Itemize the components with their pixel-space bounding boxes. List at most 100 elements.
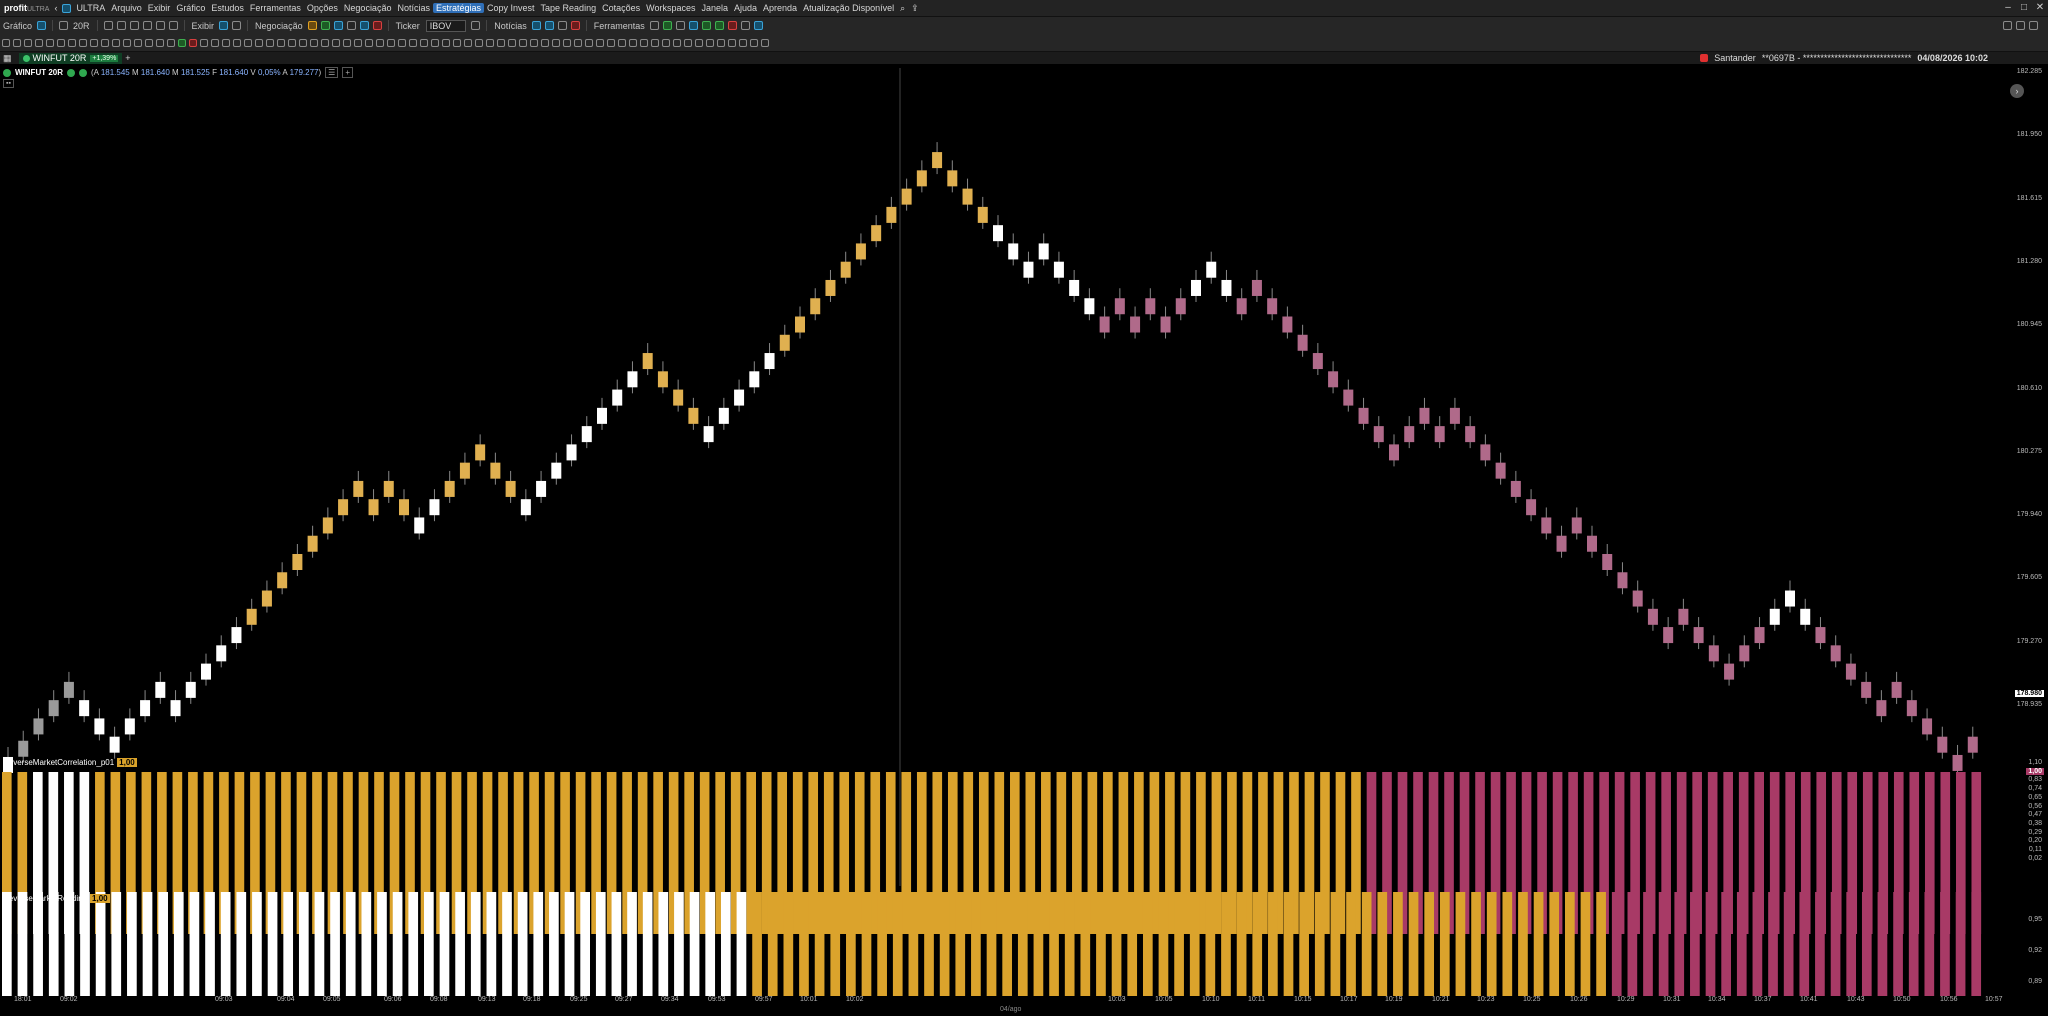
- pitchfork-tool-icon[interactable]: [232, 38, 241, 47]
- line-tool-icon[interactable]: [639, 38, 648, 47]
- cursor-tool-icon[interactable]: [298, 38, 307, 47]
- circle-tool-icon[interactable]: [738, 38, 747, 47]
- arrow-down-tool-icon[interactable]: [419, 38, 428, 47]
- circle-tool-icon[interactable]: [144, 38, 153, 47]
- zoom-tool-icon[interactable]: [573, 38, 582, 47]
- brush-tool-icon[interactable]: [452, 38, 461, 47]
- exibir-label[interactable]: Exibir: [189, 21, 218, 31]
- ruler-tool-icon[interactable]: [100, 38, 109, 47]
- pie-icon[interactable]: [359, 21, 369, 30]
- book-icon[interactable]: [333, 21, 343, 30]
- line-tool-icon[interactable]: [342, 38, 351, 47]
- hline-tool-icon[interactable]: [56, 38, 65, 47]
- tab-winfut[interactable]: WINFUT 20R +1,39%: [18, 52, 123, 64]
- bars-tool-icon[interactable]: [265, 38, 274, 47]
- news-icon[interactable]: [531, 21, 541, 30]
- menu-item[interactable]: Atualização Disponível: [800, 3, 897, 13]
- line-tool-icon[interactable]: [45, 38, 54, 47]
- menu-item[interactable]: Gráfico: [173, 3, 208, 13]
- grid-tool-icon[interactable]: [210, 38, 219, 47]
- vline-tool-icon[interactable]: [661, 38, 670, 47]
- pan-tool-icon[interactable]: [23, 38, 32, 47]
- dot-tool-icon[interactable]: [628, 38, 637, 47]
- maximize-icon[interactable]: □: [2016, 0, 2032, 16]
- grid-tool-icon[interactable]: [507, 38, 516, 47]
- times-icon[interactable]: [346, 21, 356, 30]
- chart-canvas[interactable]: [0, 64, 2048, 996]
- rect-tool-icon[interactable]: [133, 38, 142, 47]
- gann-tool-icon[interactable]: [540, 38, 549, 47]
- gear-icon[interactable]: [2003, 21, 2012, 30]
- grid-icon[interactable]: [675, 21, 685, 30]
- text-tool-icon[interactable]: [386, 38, 395, 47]
- dollar-icon[interactable]: [714, 21, 724, 30]
- fib-tool-icon[interactable]: [672, 38, 681, 47]
- list-icon[interactable]: [471, 21, 481, 30]
- trash-tool-icon[interactable]: [485, 38, 494, 47]
- menu-item[interactable]: Workspaces: [643, 3, 698, 13]
- settings-tool-icon[interactable]: [584, 38, 593, 47]
- magnet-tool-icon[interactable]: [177, 38, 186, 47]
- chart-icon[interactable]: [37, 21, 47, 30]
- cursor-tool-icon[interactable]: [595, 38, 604, 47]
- grafico-label[interactable]: Gráfico: [0, 21, 35, 31]
- vline-tool-icon[interactable]: [67, 38, 76, 47]
- pan-tool-icon[interactable]: [320, 38, 329, 47]
- menu-item[interactable]: Notícias: [394, 3, 433, 13]
- clock-icon[interactable]: [740, 21, 750, 30]
- add-tab-icon[interactable]: +: [122, 53, 133, 63]
- zoom-tool-icon[interactable]: [276, 38, 285, 47]
- channel-tool-icon[interactable]: [518, 38, 527, 47]
- back-icon[interactable]: ‹: [51, 3, 60, 13]
- globe-icon[interactable]: [2016, 21, 2025, 30]
- lock-icon[interactable]: [232, 21, 242, 30]
- text-tool-icon[interactable]: [683, 38, 692, 47]
- menu-item[interactable]: Negociação: [341, 3, 395, 13]
- ultra-badge[interactable]: ULTRA: [73, 3, 108, 13]
- menu-item[interactable]: Ajuda: [731, 3, 760, 13]
- brush-tool-icon[interactable]: [749, 38, 758, 47]
- menu-item[interactable]: Exibir: [145, 3, 174, 13]
- measure-tool-icon[interactable]: [254, 38, 263, 47]
- menu-item[interactable]: Cotações: [599, 3, 643, 13]
- menu-item[interactable]: Tape Reading: [538, 3, 600, 13]
- settings-icon[interactable]: [168, 21, 178, 30]
- tools-tool-icon[interactable]: [199, 38, 208, 47]
- bars-tool-icon[interactable]: [562, 38, 571, 47]
- rect-tool-icon[interactable]: [727, 38, 736, 47]
- arrow-up-tool-icon[interactable]: [705, 38, 714, 47]
- settings-tool-icon[interactable]: [287, 38, 296, 47]
- menu-item[interactable]: Aprenda: [760, 3, 800, 13]
- move-tool-icon[interactable]: [309, 38, 318, 47]
- tag-icon[interactable]: [727, 21, 737, 30]
- eraser-tool-icon[interactable]: [760, 38, 769, 47]
- menu-item[interactable]: Arquivo: [108, 3, 145, 13]
- arrow-up-tool-icon[interactable]: [111, 38, 120, 47]
- search-icon[interactable]: ⌕: [897, 3, 908, 14]
- broker-name[interactable]: Santander: [1714, 53, 1756, 63]
- close-icon[interactable]: ✕: [2032, 0, 2048, 16]
- buy-icon[interactable]: [320, 21, 330, 30]
- pan-tool-icon[interactable]: [617, 38, 626, 47]
- hline-tool-icon[interactable]: [353, 38, 362, 47]
- calculator-icon[interactable]: [649, 21, 659, 30]
- hline-tool-icon[interactable]: [650, 38, 659, 47]
- ticker-select[interactable]: IBOV: [425, 19, 467, 32]
- dot-tool-icon[interactable]: [34, 38, 43, 47]
- tools-tool-icon[interactable]: [496, 38, 505, 47]
- menu-item[interactable]: Estudos: [208, 3, 247, 13]
- chart-up-icon[interactable]: [701, 21, 711, 30]
- minimize-icon[interactable]: –: [2000, 0, 2016, 16]
- brush-tool-icon[interactable]: [155, 38, 164, 47]
- ferramentas-label[interactable]: Ferramentas: [591, 21, 648, 31]
- zoom-in-icon[interactable]: [116, 21, 126, 30]
- fib-tool-icon[interactable]: [78, 38, 87, 47]
- calendar-icon[interactable]: [557, 21, 567, 30]
- arrow-down-tool-icon[interactable]: [716, 38, 725, 47]
- vline-tool-icon[interactable]: [364, 38, 373, 47]
- circle-tool-icon[interactable]: [441, 38, 450, 47]
- zoom-out-icon[interactable]: [129, 21, 139, 30]
- dot-tool-icon[interactable]: [331, 38, 340, 47]
- refresh-icon[interactable]: [142, 21, 152, 30]
- scroll-right-button[interactable]: ›: [2010, 84, 2024, 98]
